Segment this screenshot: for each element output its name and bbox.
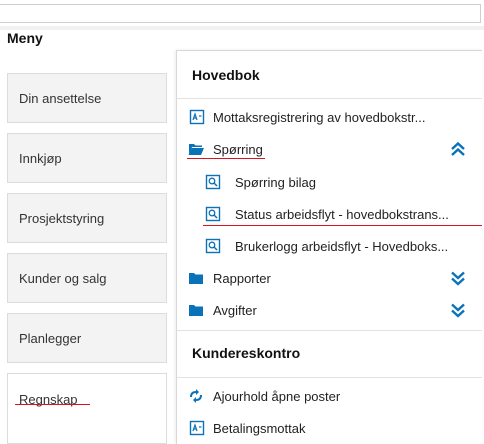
folder-icon [189, 273, 203, 284]
sporring-highlight-underline [187, 158, 265, 159]
menu-link-mottaksregistrering[interactable]: Mottaksregistrering av hovedbokstr... [177, 102, 482, 132]
status-highlight-underline [203, 225, 482, 226]
folder-icon [189, 305, 203, 316]
menu-link-sporring-bilag[interactable]: Spørring bilag [177, 167, 482, 197]
section-divider [177, 98, 482, 99]
folder-open-icon [188, 144, 204, 155]
menu-link-label: Brukerlogg arbeidsflyt - Hovedboks... [235, 238, 449, 254]
menu-item-planlegger[interactable]: Planlegger [7, 313, 167, 363]
section-title-kundereskontro: Kundereskontro [192, 345, 301, 361]
menu-link-betalingsmottak[interactable]: Betalingsmottak [177, 413, 482, 443]
menu-link-label: Status arbeidsflyt - hovedbokstrans... [235, 206, 449, 222]
menu-item-regnskap[interactable]: Regnskap [7, 373, 167, 444]
regnskap-highlight-underline [15, 404, 90, 405]
top-separator [0, 26, 484, 30]
menu-link-ajourhold-apne-poster[interactable]: Ajourhold åpne poster [177, 381, 482, 411]
menu-item-prosjektstyring[interactable]: Prosjektstyring [7, 193, 167, 243]
menu-item-kunder-og-salg[interactable]: Kunder og salg [7, 253, 167, 303]
folder-label: Avgifter [213, 302, 257, 318]
folder-sporring[interactable]: Spørring [177, 134, 482, 164]
menu-item-label: Innkjøp [19, 150, 62, 166]
menu-item-label: Planlegger [19, 330, 82, 346]
chevron-double-down-icon[interactable] [449, 269, 467, 287]
flyout-panel: Hovedbok Mottaksregistrering av hovedbok… [176, 50, 482, 444]
menu-item-innkjop[interactable]: Innkjøp [7, 133, 167, 183]
adjust-icon [190, 389, 202, 403]
menu-link-label: Ajourhold åpne poster [213, 388, 341, 404]
chevron-double-up-icon[interactable] [449, 140, 467, 158]
menu-item-label: Prosjektstyring [19, 210, 105, 226]
menu-link-label: Mottaksregistrering av hovedbokstr... [213, 109, 426, 125]
folder-label: Spørring [213, 141, 263, 157]
folder-rapporter[interactable]: Rapporter [177, 263, 482, 293]
menu-item-label: Din ansettelse [19, 90, 102, 106]
menu-item-din-ansettelse[interactable]: Din ansettelse [7, 73, 167, 123]
report-icon [189, 420, 205, 436]
section-title-hovedbok: Hovedbok [192, 67, 260, 83]
menu-item-label: Kunder og salg [19, 270, 107, 286]
menu-link-label: Spørring bilag [235, 174, 316, 190]
query-icon [205, 238, 221, 254]
search-input[interactable] [0, 4, 481, 23]
menu-link-label: Betalingsmottak [213, 420, 306, 436]
report-icon [189, 109, 205, 125]
folder-avgifter[interactable]: Avgifter [177, 295, 482, 325]
section-divider [177, 377, 482, 378]
folder-label: Rapporter [213, 270, 271, 286]
section-divider [177, 330, 482, 331]
menu-title: Meny [7, 30, 43, 46]
query-icon [205, 174, 221, 190]
query-icon [205, 206, 221, 222]
menu-link-brukerlogg[interactable]: Brukerlogg arbeidsflyt - Hovedboks... [177, 231, 482, 261]
top-bar [0, 0, 484, 30]
chevron-double-down-icon[interactable] [449, 301, 467, 319]
